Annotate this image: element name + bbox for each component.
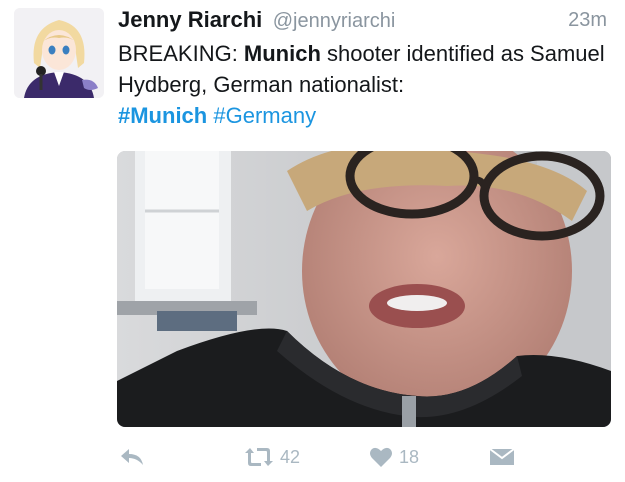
direct-message-icon	[489, 446, 515, 468]
avatar-image	[14, 8, 104, 98]
like-count: 18	[399, 446, 420, 467]
tweet-media[interactable]	[117, 151, 611, 427]
media-photo	[117, 151, 611, 427]
tweet-actions: 42 18	[117, 446, 611, 476]
hashtag-munich[interactable]: #Munich	[118, 103, 207, 128]
author-handle[interactable]: @jennyriarchi	[273, 10, 396, 32]
hashtag-germany[interactable]: #Germany	[213, 103, 316, 128]
like-button[interactable]: 18	[369, 446, 419, 468]
tweet-timestamp[interactable]: 23m	[568, 9, 607, 32]
retweet-icon	[244, 446, 274, 468]
like-icon	[369, 446, 393, 468]
tweet-text: BREAKING: Munich shooter identified as S…	[118, 38, 613, 131]
tweet-header: Jenny Riarchi @jennyriarchi 23m	[118, 7, 607, 37]
tweet-text-prefix: BREAKING:	[118, 41, 244, 66]
reply-icon	[119, 446, 145, 468]
tweet-text-bold: Munich	[243, 41, 321, 66]
author-name[interactable]: Jenny Riarchi	[118, 7, 262, 32]
reply-button[interactable]	[119, 446, 145, 468]
author-avatar[interactable]	[14, 8, 104, 98]
retweet-button[interactable]: 42	[244, 446, 300, 468]
direct-message-button[interactable]	[489, 446, 515, 468]
retweet-count: 42	[280, 446, 301, 467]
